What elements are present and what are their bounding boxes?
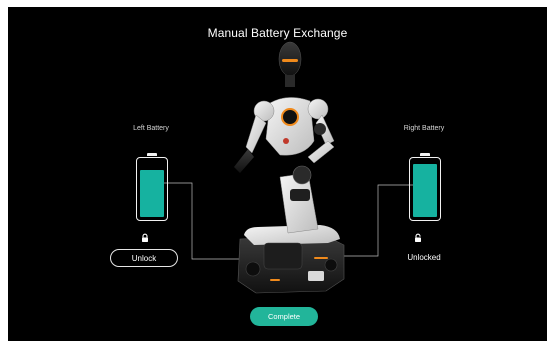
left-battery-cap xyxy=(147,153,157,156)
left-battery-level xyxy=(140,170,164,217)
complete-button[interactable]: Complete xyxy=(250,307,318,326)
exchange-screen: Manual Battery Exchange Left Battery Unl… xyxy=(8,7,547,341)
robot-illustration xyxy=(234,41,345,294)
lock-closed-icon xyxy=(142,233,148,242)
lock-open-icon xyxy=(415,233,421,242)
right-battery-label: Right Battery xyxy=(403,125,445,132)
right-battery-cap xyxy=(420,153,430,156)
right-battery-gauge xyxy=(409,153,441,221)
unlock-left-battery-button[interactable]: Unlock xyxy=(110,249,178,267)
right-battery-status: Unlocked xyxy=(407,253,441,262)
right-battery-level xyxy=(413,164,437,217)
left-battery-label: Left Battery xyxy=(133,125,169,132)
left-battery-gauge xyxy=(136,153,168,221)
